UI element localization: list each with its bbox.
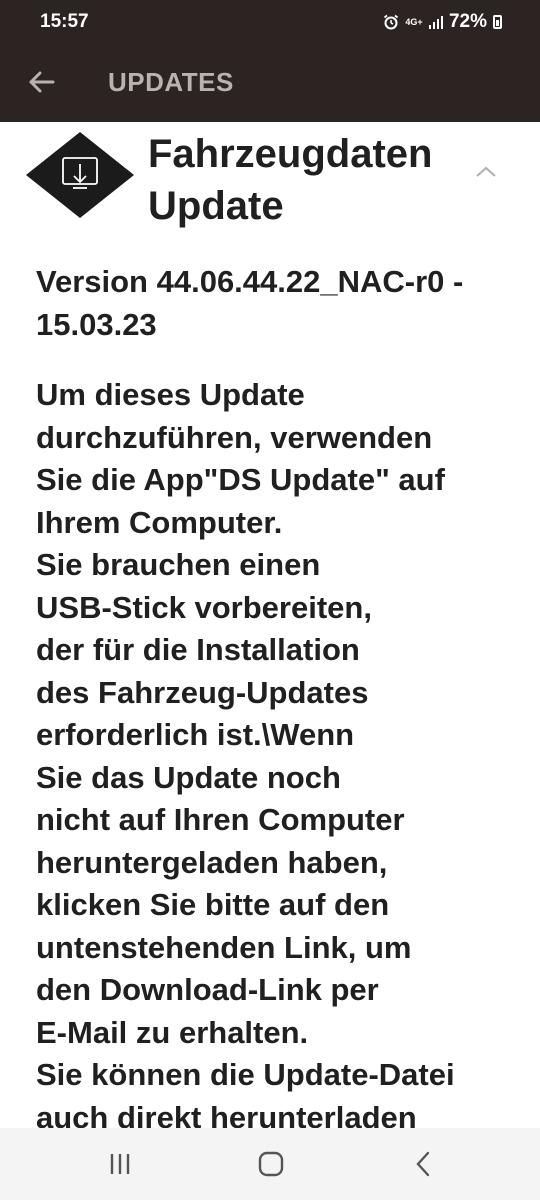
status-time: 15:57 — [40, 11, 89, 32]
version-text: Version 44.06.44.22_NAC-r0 - 15.03.23 — [36, 264, 464, 342]
network-icon: 4G+ — [405, 16, 423, 27]
description-text: Um dieses Update durchzuführen, verwende… — [36, 377, 455, 1128]
page-title: UPDATES — [108, 67, 234, 97]
update-content[interactable]: Fahrzeugdaten Update Version 44.06.44.22… — [0, 122, 540, 1128]
battery-icon — [493, 15, 502, 29]
back-icon[interactable] — [406, 1148, 442, 1180]
status-icons: 4G+ 72% — [383, 11, 502, 33]
app-bar: UPDATES — [0, 44, 540, 122]
arrow-left-icon[interactable] — [24, 64, 60, 100]
status-bar: 15:57 4G+ 72% — [0, 0, 540, 44]
recents-icon[interactable] — [102, 1148, 138, 1180]
update-title: Fahrzeugdaten Update — [148, 132, 433, 228]
battery-percent: 72% — [448, 11, 487, 32]
home-icon[interactable] — [253, 1148, 289, 1180]
update-header[interactable]: Fahrzeugdaten Update — [0, 122, 540, 232]
alarm-icon — [383, 14, 399, 30]
chevron-up-icon[interactable] — [472, 162, 500, 182]
signal-icon — [428, 15, 443, 29]
navigation-bar — [0, 1128, 540, 1200]
download-diamond-icon — [26, 132, 134, 218]
